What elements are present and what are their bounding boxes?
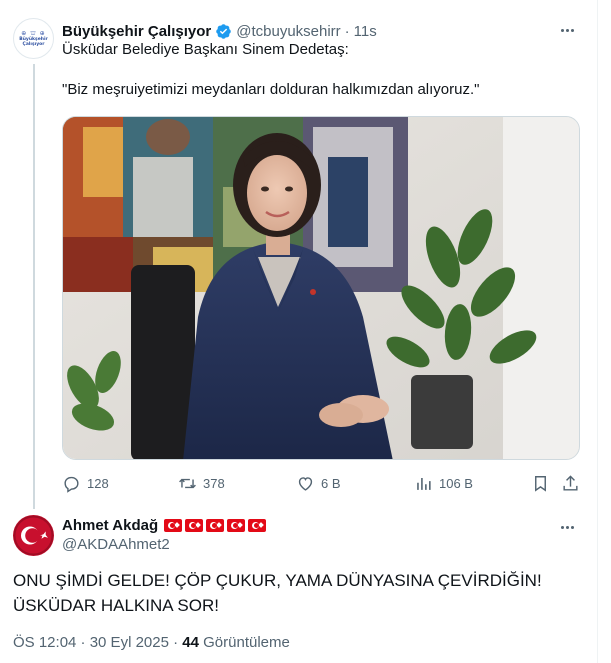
photo-illustration xyxy=(63,117,579,459)
more-icon[interactable] xyxy=(557,517,577,537)
turkish-flag-icon xyxy=(206,518,225,532)
reply-header: Ahmet Akdağ xyxy=(62,515,267,535)
timeline-column: ⊕ ⛫ ⊕ Büyükşehir Çalışıyor Büyükşehir Ça… xyxy=(0,0,598,663)
reply-icon xyxy=(64,476,79,493)
reply-author-name[interactable]: Ahmet Akdağ xyxy=(62,517,158,534)
verified-badge-icon xyxy=(215,23,232,40)
reply-author-handle[interactable]: @AKDAAhmet2 xyxy=(62,536,170,553)
reply-views-count: 44 xyxy=(182,634,199,651)
author-name[interactable]: Büyükşehir Çalışıyor xyxy=(62,23,211,40)
more-icon[interactable] xyxy=(557,20,577,40)
reply-button[interactable]: 128 xyxy=(62,470,109,496)
reply-timestamp[interactable]: ÖS 12:04 · 30 Eyl 2025 · xyxy=(13,634,178,651)
author-handle[interactable]: @tcbuyuksehirr xyxy=(236,23,340,40)
logo-mark: ⊕ ⛫ ⊕ xyxy=(21,30,46,37)
tweet-text: Üsküdar Belediye Başkanı Sinem Dedetaş: … xyxy=(62,40,582,100)
author-avatar[interactable]: ⊕ ⛫ ⊕ Büyükşehir Çalışıyor xyxy=(13,18,54,59)
turkish-flag-icon xyxy=(227,518,246,532)
reply-views-label: Görüntüleme xyxy=(203,634,290,651)
turkish-flag-icon xyxy=(248,518,267,532)
reply-text: ONU ŞİMDİ GELDE! ÇÖP ÇUKUR, YAMA DÜNYASI… xyxy=(13,571,542,615)
tweet-header: Büyükşehir Çalışıyor @tcbuyuksehirr · 11… xyxy=(62,20,377,42)
like-button[interactable]: 6 B xyxy=(296,470,341,496)
views-count: 106 B xyxy=(439,475,473,491)
views-button[interactable]: 106 B xyxy=(414,470,473,496)
like-count: 6 B xyxy=(321,475,341,491)
tweet-photo[interactable] xyxy=(62,116,580,460)
retweet-icon xyxy=(179,478,196,488)
tweet-timestamp[interactable]: 11s xyxy=(354,23,377,40)
flag-emoji-group xyxy=(164,518,267,532)
bookmark-button[interactable] xyxy=(531,470,556,496)
share-icon xyxy=(563,474,578,491)
reply-meta: ÖS 12:04 · 30 Eyl 2025 · 44 Görüntüleme xyxy=(13,634,290,651)
share-button[interactable] xyxy=(561,470,586,496)
turkish-flag-icon xyxy=(164,518,183,532)
turkish-flag-avatar xyxy=(13,515,54,556)
tweet-actions: 128 378 6 B 106 B xyxy=(62,470,582,496)
turkish-flag-icon xyxy=(185,518,204,532)
logo-text: Büyükşehir Çalışıyor xyxy=(19,37,48,47)
tweet-text-line: Üsküdar Belediye Başkanı Sinem Dedetaş: xyxy=(62,41,349,58)
reply-author-avatar[interactable] xyxy=(13,515,54,556)
retweet-button[interactable]: 378 xyxy=(178,470,225,496)
reply-count: 128 xyxy=(87,475,109,491)
views-icon xyxy=(417,477,431,490)
heart-icon xyxy=(298,476,313,491)
tweet-text-quote: "Biz meşruiyetimizi meydanları dolduran … xyxy=(62,81,480,98)
bookmark-icon xyxy=(535,475,546,492)
separator-dot: · xyxy=(344,22,350,40)
retweet-count: 378 xyxy=(203,475,225,491)
thread-connector-line xyxy=(33,64,35,509)
